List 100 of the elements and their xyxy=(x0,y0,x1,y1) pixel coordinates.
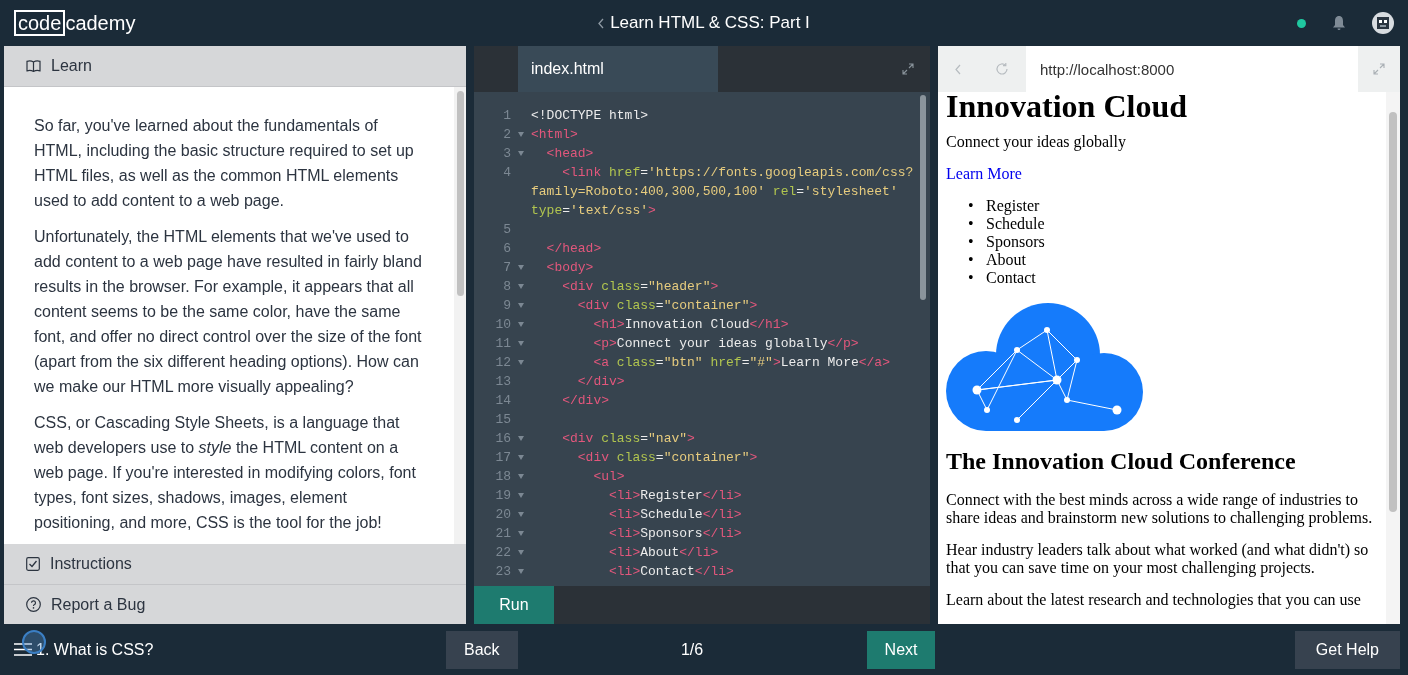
code-line: <h1>Innovation Cloud</h1> xyxy=(592,316,789,334)
list-bullet: • xyxy=(968,215,975,233)
code-line: <ul> xyxy=(592,468,625,486)
line-number: 3 xyxy=(502,145,511,163)
code-line: </head> xyxy=(545,240,602,258)
book-icon xyxy=(26,60,41,72)
run-button[interactable]: Run xyxy=(474,586,554,624)
code-line: <li>About</li> xyxy=(608,544,719,562)
scrollbar-thumb[interactable] xyxy=(1389,112,1397,512)
instructions-tab[interactable]: Instructions xyxy=(4,544,466,584)
fold-arrow-icon[interactable] xyxy=(518,132,524,137)
expand-icon[interactable] xyxy=(1373,63,1385,75)
fold-arrow-icon[interactable] xyxy=(518,512,524,517)
page-heading: Innovation Cloud xyxy=(946,92,1188,125)
line-number: 10 xyxy=(494,316,511,334)
logo-text: code xyxy=(14,10,66,36)
line-number: 17 xyxy=(494,449,511,467)
fold-arrow-icon[interactable] xyxy=(518,322,524,327)
line-number: 19 xyxy=(494,487,511,505)
fold-arrow-icon[interactable] xyxy=(518,531,524,536)
fold-arrow-icon[interactable] xyxy=(518,360,524,365)
fold-arrow-icon[interactable] xyxy=(518,569,524,574)
progress-counter: 1/6 xyxy=(679,640,705,659)
page-tagline: Connect your ideas globally xyxy=(946,133,1127,151)
line-number: 20 xyxy=(494,506,511,524)
line-number: 16 xyxy=(494,430,511,448)
back-icon[interactable] xyxy=(955,63,961,75)
code-line: <body> xyxy=(545,259,594,277)
lesson-paragraph: Unfortunately, the HTML elements that we've used to add content to a web page have resulted in fairly bland results in the browser. For example, it appears that all content seems to be the same color, have the same font, and offer no direct control over the size of the font (apart from the six different heading options). How can we make our HTML more visually appealing? xyxy=(34,227,423,397)
fold-arrow-icon[interactable] xyxy=(518,151,524,156)
code-line: <p>Connect your ideas globally</p> xyxy=(592,335,859,353)
fold-arrow-icon[interactable] xyxy=(518,493,524,498)
section-heading: The Innovation Cloud Conference xyxy=(946,447,1297,475)
logo-text: cademy xyxy=(65,12,136,34)
page-paragraph: Connect with the best minds across a wide range of industries to share ideas and brainstorm new solutions to challenging problems. xyxy=(946,491,1374,527)
line-number: 5 xyxy=(502,221,511,239)
fold-arrow-icon[interactable] xyxy=(518,303,524,308)
nav-list-item: Register xyxy=(986,197,1040,215)
line-number: 22 xyxy=(494,544,511,562)
code-line: <head> xyxy=(545,145,594,163)
line-number: 6 xyxy=(502,240,511,258)
line-number: 15 xyxy=(494,411,511,429)
avatar-icon[interactable] xyxy=(1372,12,1394,34)
list-bullet: • xyxy=(968,197,975,215)
code-line: </div> xyxy=(561,392,609,410)
learn-tab[interactable]: Learn xyxy=(4,46,466,86)
code-line: <div class="container"> xyxy=(576,297,758,315)
fold-arrow-icon[interactable] xyxy=(518,455,524,460)
learn-more-link[interactable]: Learn More xyxy=(946,165,1022,182)
report-bug-tab[interactable]: Report a Bug xyxy=(4,584,466,624)
code-line: <!DOCTYPE html> xyxy=(531,107,649,125)
code-line: <div class="nav"> xyxy=(561,430,695,448)
fold-arrow-icon[interactable] xyxy=(518,284,524,289)
code-line: <a class="btn" href="#">Learn More</a> xyxy=(592,354,890,372)
line-number: 8 xyxy=(502,278,511,296)
lesson-title: 1. What is CSS? xyxy=(36,640,155,659)
line-number: 7 xyxy=(502,259,511,277)
lesson-paragraph: So far, you've learned about the fundamentals of HTML, including the basic structure required to set up HTML files, as well as the common HTML elements used to add content to a web page. xyxy=(34,116,415,211)
code-line: <html> xyxy=(531,126,578,144)
list-bullet: • xyxy=(968,251,975,269)
nav-list-item: Sponsors xyxy=(986,233,1045,251)
code-line: <div class="container"> xyxy=(576,449,758,467)
line-number: 2 xyxy=(502,126,511,144)
scrollbar-thumb[interactable] xyxy=(456,91,464,296)
get-help-button[interactable]: Get Help xyxy=(1294,630,1400,669)
lesson-paragraph: CSS, or Cascading Style Sheets, is a language that web developers use to style the HTML content on a web page. If you're interested in modifying colors, font types, font sizes, shadows, images, element positioning, and more, CSS is the tool for the job! xyxy=(34,413,417,533)
line-number: 1 xyxy=(502,107,511,125)
code-line: <li>Sponsors</li> xyxy=(608,525,742,543)
reload-icon[interactable] xyxy=(995,62,1009,76)
expand-icon[interactable] xyxy=(902,63,914,75)
line-number: 23 xyxy=(494,563,511,581)
cursor-highlight xyxy=(22,630,46,654)
fold-arrow-icon[interactable] xyxy=(518,341,524,346)
next-button[interactable]: Next xyxy=(866,630,936,669)
fold-arrow-icon[interactable] xyxy=(518,265,524,270)
code-line: <div class="header"> xyxy=(561,278,719,296)
checkbox-icon xyxy=(26,557,40,571)
nav-list-item: Schedule xyxy=(986,215,1045,233)
chevron-left-icon[interactable] xyxy=(598,17,605,29)
bell-icon[interactable] xyxy=(1332,15,1346,31)
nav-list-item: Contact xyxy=(986,269,1036,287)
file-tab[interactable]: index.html xyxy=(518,46,718,92)
fold-arrow-icon[interactable] xyxy=(518,436,524,441)
line-number: 12 xyxy=(494,354,511,372)
line-number: 21 xyxy=(494,525,511,543)
line-number: 18 xyxy=(494,468,511,486)
fold-arrow-icon[interactable] xyxy=(518,550,524,555)
course-title: Learn HTML & CSS: Part I xyxy=(610,13,810,33)
list-bullet: • xyxy=(968,233,975,251)
code-line: <link href='https://fonts.googleapis.com/css? family=Roboto:400,300,500,100' rel='stylesheet' type='text/css'> xyxy=(531,164,914,220)
line-number: 11 xyxy=(494,335,511,353)
menu-icon[interactable] xyxy=(14,643,32,656)
back-button[interactable]: Back xyxy=(446,630,518,669)
fold-arrow-icon[interactable] xyxy=(518,474,524,479)
list-bullet: • xyxy=(968,269,975,287)
scrollbar-thumb[interactable] xyxy=(920,95,926,300)
help-circle-icon xyxy=(26,597,41,612)
code-line: <li>Schedule</li> xyxy=(608,506,742,524)
line-number: 9 xyxy=(502,297,511,315)
page-paragraph: Learn about the latest research and technologies that you can use xyxy=(946,591,1362,609)
